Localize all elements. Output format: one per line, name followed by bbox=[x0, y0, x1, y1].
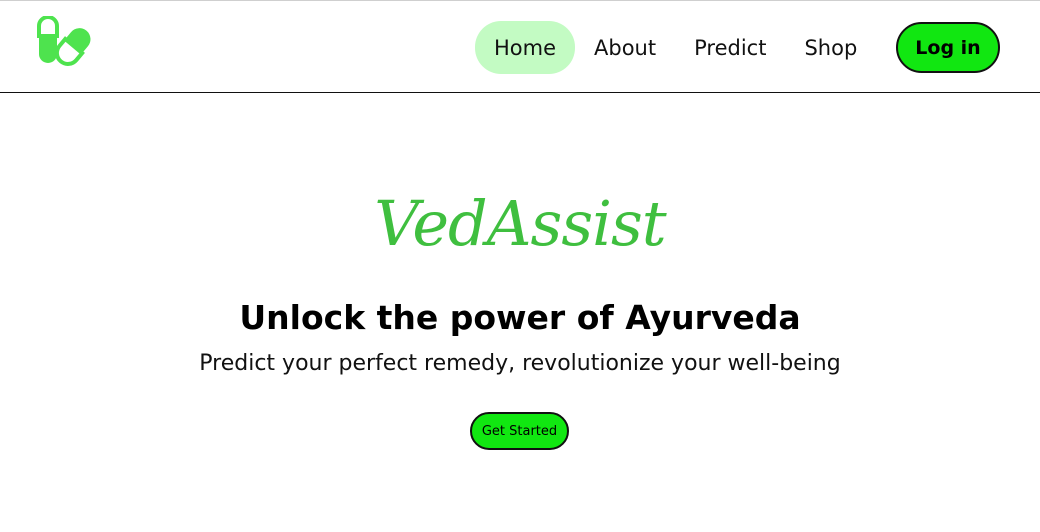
login-button[interactable]: Log in bbox=[896, 22, 1000, 73]
pill-heart-icon[interactable] bbox=[36, 15, 94, 70]
hero-headline: Unlock the power of Ayurveda bbox=[239, 298, 801, 337]
nav-link-home[interactable]: Home bbox=[475, 21, 576, 74]
hero-section: VedAssist Unlock the power of Ayurveda P… bbox=[0, 93, 1040, 532]
nav-link-about[interactable]: About bbox=[575, 21, 675, 74]
nav-links: Home About Predict Shop bbox=[475, 21, 876, 74]
nav-link-predict[interactable]: Predict bbox=[675, 21, 785, 74]
get-started-button[interactable]: Get Started bbox=[470, 412, 569, 450]
brand-title: VedAssist bbox=[374, 187, 666, 260]
nav-link-shop[interactable]: Shop bbox=[785, 21, 876, 74]
navbar: Home About Predict Shop Log in bbox=[0, 0, 1040, 93]
hero-subheadline: Predict your perfect remedy, revolutioni… bbox=[199, 351, 841, 376]
